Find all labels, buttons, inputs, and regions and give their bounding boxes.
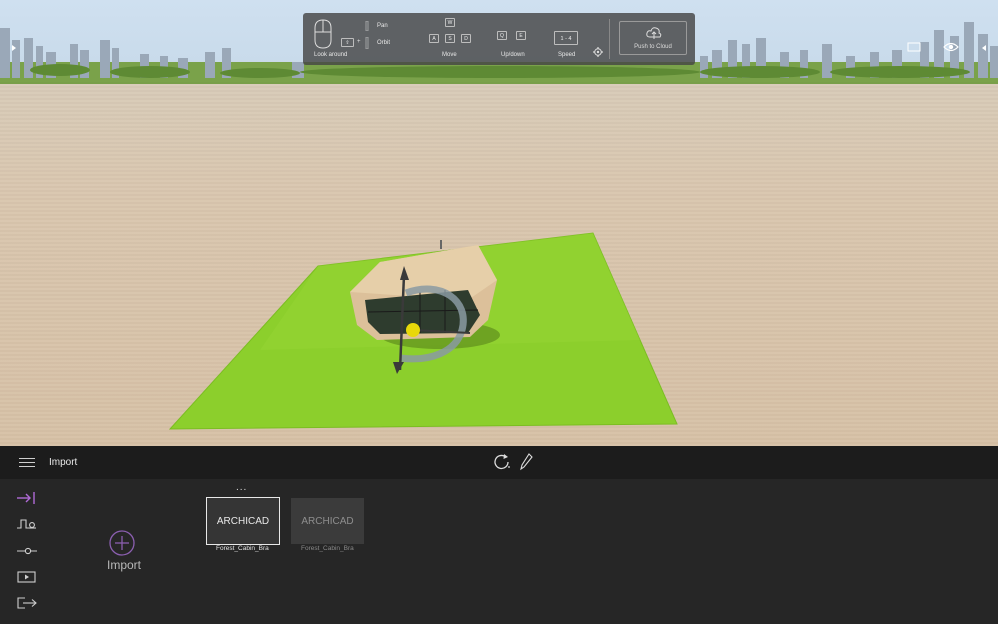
hamburger-menu-icon[interactable] [19, 458, 35, 468]
sidebar-terrain-icon[interactable] [17, 517, 37, 531]
speed-keys: 1 - 4 [554, 31, 578, 45]
sidebar-import-icon[interactable] [17, 491, 37, 505]
pencil-icon[interactable] [520, 453, 534, 471]
sidebar-export-icon[interactable] [17, 596, 37, 610]
key-a: A [429, 34, 439, 43]
key-s: S [445, 34, 455, 43]
screen-layout-icon[interactable] [907, 42, 921, 52]
scroll-indicator-icon [365, 21, 369, 31]
scene-objects[interactable] [0, 0, 998, 446]
key-w: W [445, 18, 455, 27]
mouse-icon [314, 19, 332, 49]
key-d: D [461, 34, 471, 43]
refresh-icon[interactable] [492, 453, 512, 471]
panel-header: Import [0, 446, 998, 479]
gear-icon[interactable] [593, 47, 603, 57]
tile-caption: Forest_Cabin_Bra [216, 545, 269, 552]
sidebar-video-icon[interactable] [17, 570, 37, 584]
asset-tile[interactable]: ARCHICAD [291, 498, 364, 544]
import-panel: Import ... ARCHICAD Forest_Cabin_Bra ARC… [0, 479, 998, 624]
cloud-upload-icon [646, 27, 662, 39]
up-down-label: Up/down [501, 52, 525, 58]
sidebar-settings-slider-icon[interactable] [17, 544, 37, 558]
eye-icon[interactable] [943, 41, 959, 53]
toolbar-divider [609, 19, 610, 59]
3d-viewport[interactable]: Look around Pan ⇧ + Orbit W A S D Move Q… [0, 0, 998, 446]
scroll-indicator-icon-2 [365, 37, 369, 49]
asset-tile-selected[interactable]: ARCHICAD [206, 497, 280, 545]
speed-label: Speed [558, 52, 576, 58]
add-import-icon[interactable] [109, 530, 135, 556]
left-expand-icon[interactable] [10, 44, 18, 52]
more-options-icon[interactable]: ... [236, 482, 247, 493]
import-button-label[interactable]: Import [104, 558, 144, 572]
move-label: Move [442, 52, 457, 58]
push-to-cloud-button[interactable]: Push to Cloud [619, 21, 687, 55]
right-collapse-icon[interactable] [980, 44, 988, 52]
navigation-toolbar: Look around Pan ⇧ + Orbit W A S D Move Q… [303, 13, 695, 65]
look-around-label: Look around [314, 52, 348, 58]
plus-sign: + [357, 39, 361, 45]
push-to-cloud-label: Push to Cloud [634, 44, 672, 50]
key-q: Q [497, 31, 507, 40]
shift-key: ⇧ [341, 38, 354, 47]
tile-label: ARCHICAD [301, 515, 354, 527]
tile-caption: Forest_Cabin_Bra [301, 545, 354, 552]
tile-label: ARCHICAD [216, 515, 270, 527]
pan-label: Pan [377, 23, 388, 29]
panel-title: Import [49, 457, 78, 468]
key-e: E [516, 31, 526, 40]
orbit-label: Orbit [377, 40, 391, 46]
